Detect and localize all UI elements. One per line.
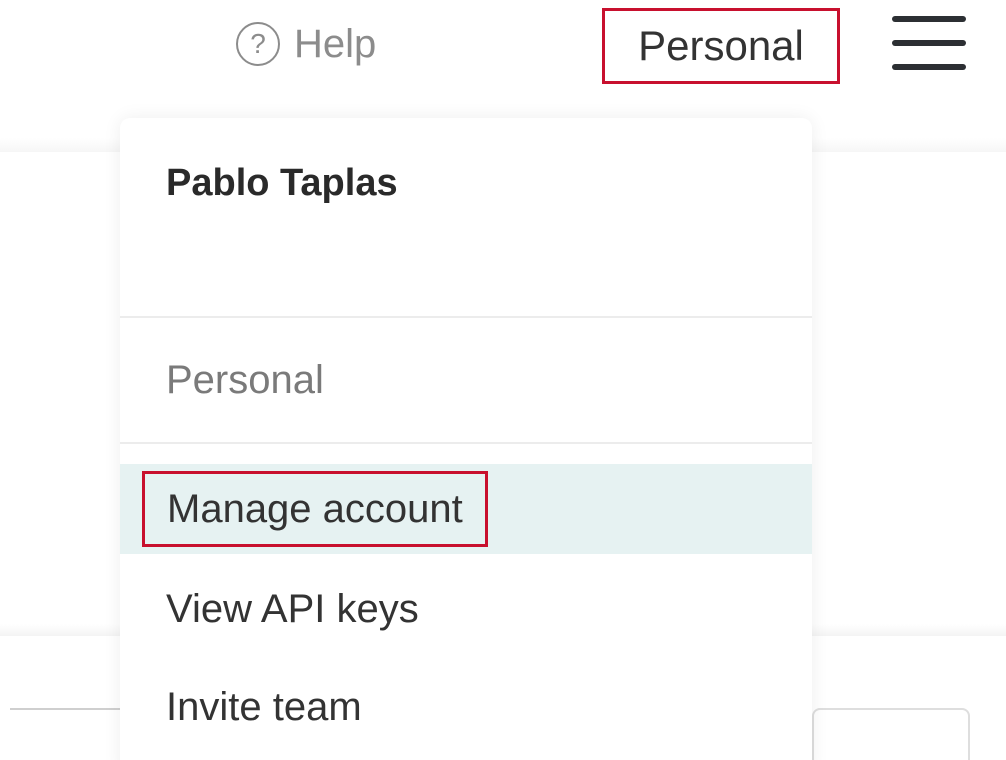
hamburger-menu-icon[interactable] [892,16,966,70]
menu-item-manage-account[interactable]: Manage account [120,464,812,554]
menu-item-label: View API keys [166,586,419,631]
question-circle-icon: ? [236,22,280,66]
background-card [812,708,970,760]
organization-switcher-button[interactable]: Personal [602,8,840,84]
hamburger-bar [892,64,966,70]
background-rule [10,708,122,710]
account-dropdown-menu: Pablo Taplas Personal Manage account Vie… [120,118,812,760]
menu-item-label: Invite team [166,684,362,729]
menu-divider [120,316,812,318]
menu-item-invite-team[interactable]: Invite team [120,662,812,752]
menu-item-current-organization[interactable]: Personal [166,358,324,403]
help-label: Help [294,21,377,66]
page: ? Help Personal Pablo Taplas Personal Ma… [0,0,1006,760]
menu-item-view-api-keys[interactable]: View API keys [120,564,812,654]
menu-divider [120,442,812,444]
organization-switcher-label: Personal [638,22,804,69]
help-link[interactable]: ? Help [236,18,376,70]
menu-item-label: Manage account [167,486,463,531]
hamburger-bar [892,40,966,46]
user-name: Pablo Taplas [166,162,398,204]
hamburger-bar [892,16,966,22]
highlight-box: Manage account [142,471,488,547]
